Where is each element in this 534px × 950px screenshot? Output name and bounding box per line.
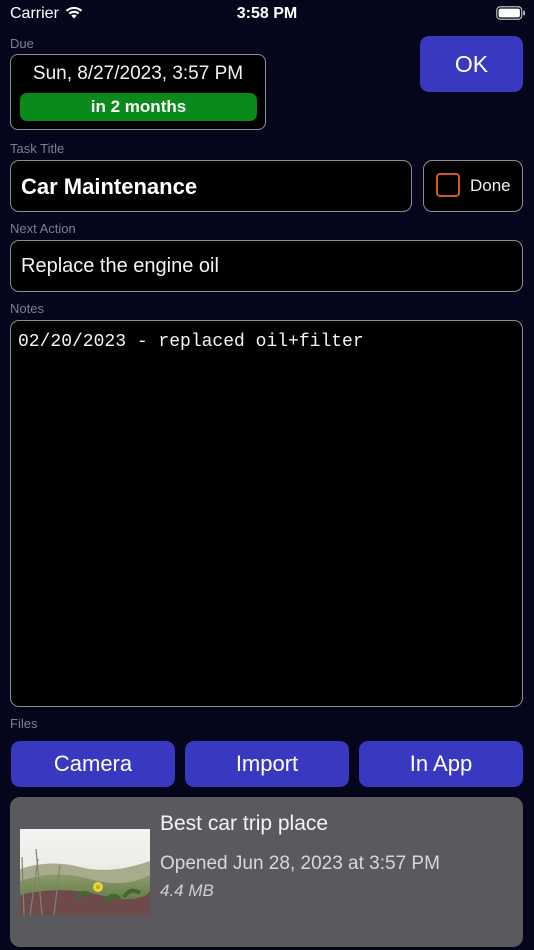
file-size: 4.4 MB — [160, 881, 214, 900]
file-opened-date: Opened Jun 28, 2023 at 3:57 PM — [160, 853, 440, 874]
next-action-value: Replace the engine oil — [21, 255, 219, 277]
camera-button[interactable]: Camera — [11, 741, 175, 787]
done-label: Done — [470, 176, 511, 195]
task-title-label: Task Title — [10, 141, 65, 156]
battery-icon — [496, 6, 525, 20]
files-label: Files — [10, 716, 38, 731]
notes-label: Notes — [10, 301, 44, 316]
next-action-label: Next Action — [10, 221, 76, 236]
due-label: Due — [10, 36, 34, 51]
due-date-text: Sun, 8/27/2023, 3:57 PM — [32, 63, 244, 84]
in-app-button[interactable]: In App — [359, 741, 523, 787]
done-checkbox[interactable] — [436, 173, 460, 197]
task-title-value: Car Maintenance — [21, 174, 198, 199]
next-action-field[interactable]: Replace the engine oil — [10, 240, 523, 292]
due-date-picker[interactable]: Sun, 8/27/2023, 3:57 PM in 2 months — [10, 54, 266, 130]
file-card[interactable]: Best car trip place Opened Jun 28, 2023 … — [10, 797, 523, 947]
file-thumbnail — [20, 829, 150, 915]
file-name: Best car trip place — [160, 812, 329, 835]
status-time: 3:58 PM — [236, 5, 298, 22]
task-title-field[interactable]: Car Maintenance — [10, 160, 412, 212]
notes-textarea[interactable]: 02/20/2023 - replaced oil+filter — [10, 320, 523, 707]
import-button[interactable]: Import — [185, 741, 349, 787]
due-relative-badge: in 2 months — [20, 93, 257, 121]
ok-button[interactable]: OK — [420, 36, 523, 92]
notes-value: 02/20/2023 - replaced oil+filter — [18, 332, 364, 352]
done-toggle[interactable]: Done — [423, 160, 523, 212]
